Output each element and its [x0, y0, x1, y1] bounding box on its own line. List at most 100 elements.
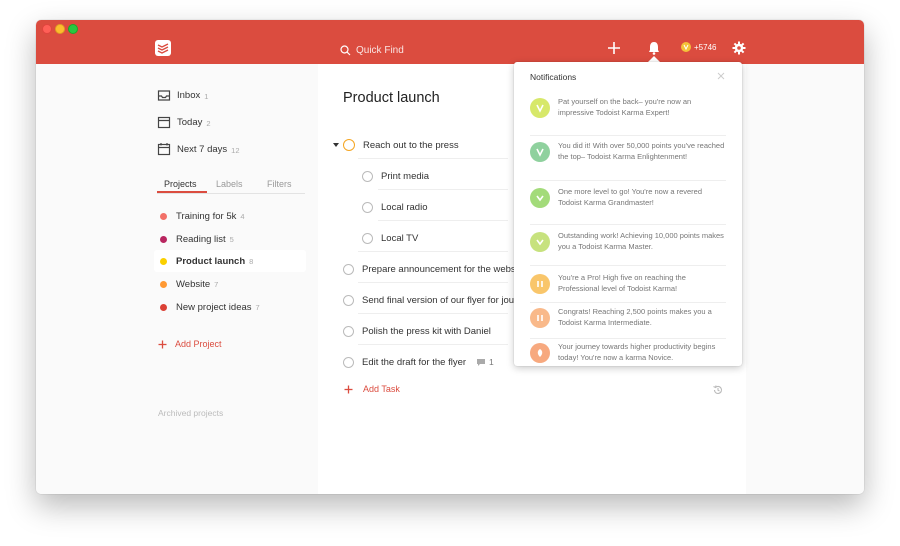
task-label: Edit the draft for the flyer — [362, 356, 467, 368]
task-label: Polish the press kit with Daniel — [362, 325, 491, 337]
add-project-button[interactable]: Add Project — [158, 339, 222, 349]
notification-divider — [530, 265, 726, 266]
window-close-button[interactable] — [42, 24, 52, 34]
sidebar-item-count: 2 — [206, 118, 211, 128]
project-count: 4 — [240, 212, 245, 221]
task-item[interactable]: Edit the draft for the flyer 1 — [343, 353, 494, 371]
notification-item[interactable]: One more level to go! You're now a rever… — [530, 186, 726, 222]
inbox-icon — [157, 90, 171, 101]
karma-badge-icon — [530, 188, 550, 208]
sidebar-item-next-7-days[interactable]: Next 7 days 12 — [157, 141, 240, 157]
task-divider — [378, 220, 508, 221]
task-checkbox[interactable] — [343, 263, 354, 275]
history-icon[interactable] — [712, 384, 724, 396]
add-task-label: Add Task — [363, 384, 400, 394]
task-item[interactable]: Polish the press kit with Daniel — [343, 322, 491, 340]
sidebar-item-today[interactable]: Today 2 — [157, 114, 211, 130]
notification-item[interactable]: Outstanding work! Achieving 10,000 point… — [530, 230, 726, 266]
notification-item[interactable]: You did it! With over 50,000 points you'… — [530, 140, 726, 176]
notification-text: You did it! With over 50,000 points you'… — [558, 141, 725, 161]
notifications-title: Notifications — [530, 72, 577, 82]
tab-labels[interactable]: Labels — [216, 179, 243, 189]
notification-divider — [530, 302, 726, 303]
sidebar-item-label: Today — [177, 116, 203, 128]
sidebar-item-inbox[interactable]: Inbox 1 — [157, 87, 208, 103]
project-item[interactable]: Website 7 — [154, 273, 306, 295]
comment-icon — [477, 358, 486, 366]
sidebar: Inbox 1 Today 2 Next 7 days 12 Projects … — [36, 64, 318, 494]
karma-badge-icon — [530, 142, 550, 162]
project-item[interactable]: New project ideas 7 — [154, 296, 306, 318]
task-comments[interactable]: 1 — [476, 357, 494, 367]
tab-projects[interactable]: Projects — [164, 179, 197, 189]
archived-projects-link[interactable]: Archived projects — [158, 408, 223, 418]
project-color-dot — [160, 257, 167, 265]
notification-text: Pat yourself on the back– you're now an … — [558, 97, 692, 117]
notification-item[interactable]: Pat yourself on the back– you're now an … — [530, 96, 726, 132]
notification-item[interactable]: Your journey towards higher productivity… — [530, 341, 726, 377]
collapse-caret-icon[interactable] — [333, 143, 339, 147]
notification-divider — [530, 224, 726, 225]
project-color-dot — [160, 303, 167, 311]
project-count: 7 — [214, 280, 219, 289]
add-task-button[interactable]: Add Task — [344, 384, 400, 394]
project-label: New project ideas — [176, 301, 252, 313]
task-label: Prepare announcement for the webs — [362, 263, 516, 275]
comment-count: 1 — [489, 357, 494, 367]
task-checkbox[interactable] — [343, 325, 354, 337]
task-item[interactable]: Print media — [362, 167, 429, 185]
project-label: Training for 5k — [176, 210, 237, 222]
project-count: 7 — [255, 303, 260, 312]
task-checkbox[interactable] — [343, 139, 355, 151]
project-item-selected[interactable]: Product launch 8 — [154, 250, 306, 272]
quick-find-search[interactable]: Quick Find — [340, 42, 404, 58]
task-checkbox[interactable] — [343, 294, 354, 306]
project-color-dot — [160, 212, 167, 220]
search-icon — [340, 44, 351, 55]
task-checkbox[interactable] — [362, 201, 373, 213]
sidebar-item-count: 12 — [231, 145, 240, 155]
project-item[interactable]: Training for 5k 4 — [154, 205, 306, 227]
window-maximize-button[interactable] — [68, 24, 78, 34]
sidebar-tabs: Projects Labels Filters — [157, 177, 305, 194]
gear-icon[interactable] — [732, 41, 746, 55]
project-item[interactable]: Reading list 5 — [154, 228, 306, 250]
add-project-label: Add Project — [175, 339, 222, 349]
todoist-logo-icon[interactable] — [155, 40, 171, 56]
task-label: Print media — [381, 170, 430, 182]
task-divider — [358, 313, 508, 314]
karma-points: +5746 — [694, 42, 717, 52]
right-margin — [746, 64, 864, 494]
plus-icon — [344, 385, 353, 393]
project-label: Website — [176, 278, 211, 290]
karma-badge-icon — [530, 232, 550, 252]
sidebar-item-label: Inbox — [177, 89, 201, 101]
task-item[interactable]: Prepare announcement for the webs — [343, 260, 516, 278]
project-count: 8 — [249, 257, 254, 266]
task-item[interactable]: Local radio — [362, 198, 427, 216]
notification-divider — [530, 338, 726, 339]
task-divider — [358, 251, 508, 252]
task-item[interactable]: Send final version of our flyer for jou — [343, 291, 514, 309]
task-checkbox[interactable] — [362, 170, 373, 182]
task-item[interactable]: Reach out to the press — [343, 136, 459, 154]
task-checkbox[interactable] — [362, 232, 373, 244]
week-calendar-icon — [157, 143, 171, 156]
search-placeholder: Quick Find — [356, 44, 404, 56]
top-bar: Quick Find +5746 — [36, 20, 864, 64]
close-icon[interactable] — [717, 72, 725, 80]
karma-badge-icon — [530, 343, 550, 363]
task-checkbox[interactable] — [343, 356, 354, 368]
tab-filters[interactable]: Filters — [267, 179, 292, 189]
add-task-plus-icon[interactable] — [606, 40, 622, 56]
task-divider — [358, 158, 508, 159]
notifications-bell-icon[interactable] — [646, 40, 662, 56]
project-label: Reading list — [176, 233, 226, 245]
window-minimize-button[interactable] — [55, 24, 65, 34]
karma-score[interactable]: +5746 — [681, 42, 716, 52]
task-item[interactable]: Local TV — [362, 229, 418, 247]
notification-item[interactable]: Congrats! Reaching 2,500 points makes yo… — [530, 306, 726, 342]
project-color-dot — [160, 280, 167, 288]
notification-text: You're a Pro! High five on reaching the … — [558, 273, 686, 293]
karma-badge-icon — [530, 98, 550, 118]
